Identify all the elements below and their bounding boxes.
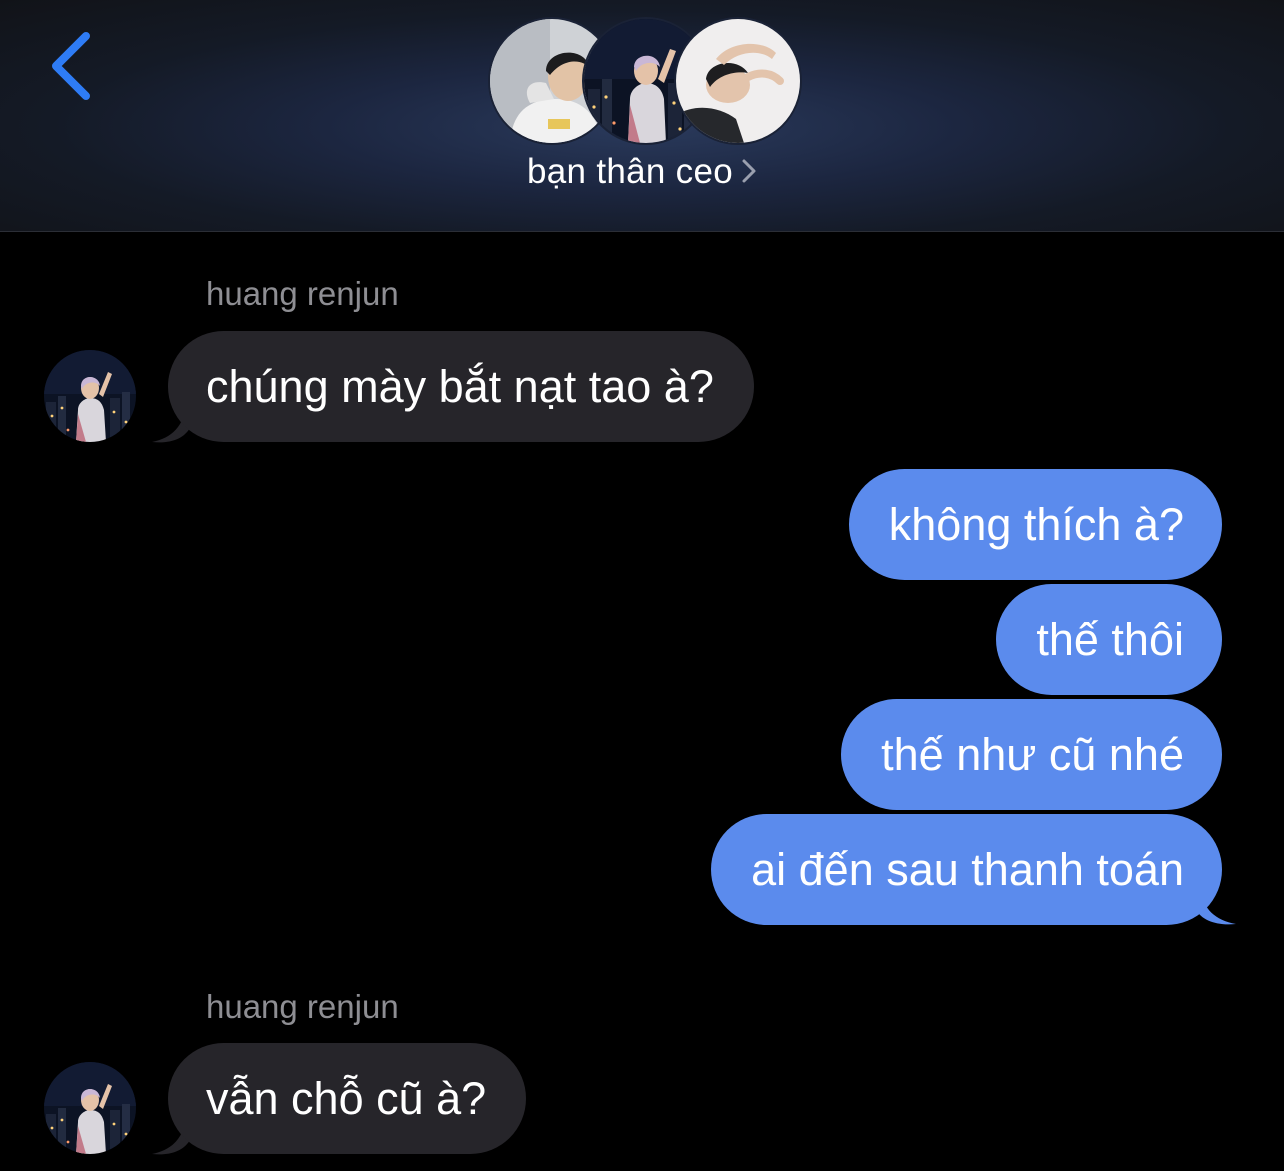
group-title[interactable]: bạn thân ceo (0, 152, 1284, 194)
sender-name: huang renjun (206, 275, 399, 312)
sender-avatar[interactable] (44, 1062, 136, 1154)
message-bubble-incoming[interactable]: vẫn chỗ cũ à? (168, 1043, 527, 1154)
message-bubble-outgoing[interactable]: thế như cũ nhé (841, 699, 1222, 810)
group-avatars[interactable] (488, 17, 802, 145)
sender-name: huang renjun (206, 988, 399, 1025)
chevron-left-icon (52, 32, 90, 100)
member-avatar (674, 17, 802, 145)
chat-screen: bạn thân ceo huang renjun chúng mày bắt … (0, 0, 1284, 1171)
conversation-header: bạn thân ceo (0, 0, 1284, 232)
message-bubble-outgoing[interactable]: ai đến sau thanh toán (711, 814, 1222, 925)
back-button[interactable] (40, 28, 110, 108)
group-name-label: bạn thân ceo (527, 152, 733, 191)
chevron-right-icon (741, 154, 757, 194)
message-bubble-incoming[interactable]: chúng mày bắt nạt tao à? (168, 331, 754, 442)
sender-avatar[interactable] (44, 350, 136, 442)
message-bubble-outgoing[interactable]: thế thôi (996, 584, 1222, 695)
message-bubble-outgoing[interactable]: không thích à? (848, 469, 1222, 580)
